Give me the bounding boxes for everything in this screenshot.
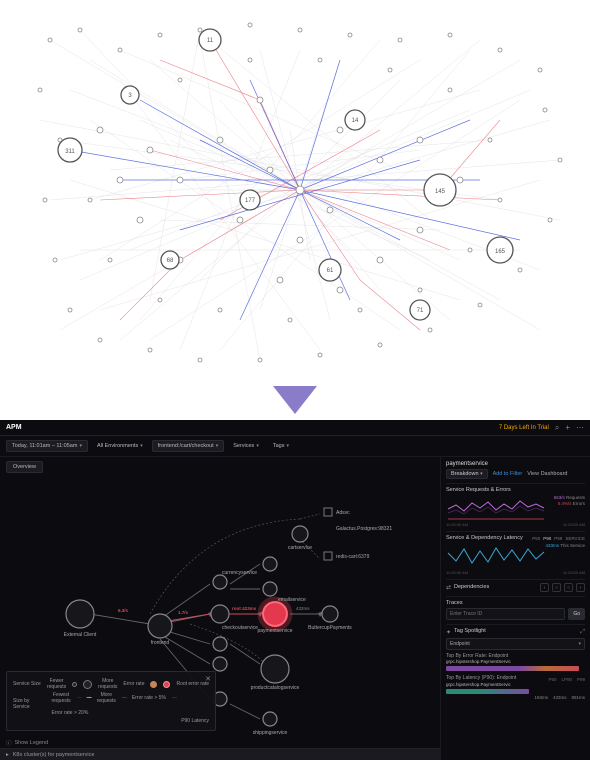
view-dashboard-link[interactable]: View Dashboard <box>527 471 567 477</box>
k8s-cluster-bar[interactable]: ▸ K8s cluster(s) for paymentservice <box>0 748 440 760</box>
latency-title: Service & Dependency Latency P50 P90 P99… <box>446 535 585 541</box>
svg-text:redis-cart:6379: redis-cart:6379 <box>336 554 370 560</box>
top-error-bar <box>446 666 579 671</box>
add-icon[interactable]: + <box>565 423 570 432</box>
svg-text:Adsvc: Adsvc <box>336 510 350 516</box>
trace-go-button[interactable]: Go <box>568 608 585 620</box>
legend-row-label: Service Size <box>13 681 41 687</box>
svg-text:frontend: frontend <box>151 640 170 646</box>
svg-text:1.7/s: 1.7/s <box>178 610 189 615</box>
filter-bar: Today, 11:01am – 11:05am▾ All Environmen… <box>0 436 590 457</box>
apm-header: APM 7 Days Left In Trial ⌕ + ⋯ <box>0 420 590 436</box>
breakdown-select[interactable]: Breakdown ▾ <box>446 469 488 479</box>
show-legend-toggle[interactable]: ⓘ Show Legend <box>6 739 48 747</box>
svg-text:checkoutservice: checkoutservice <box>222 625 258 631</box>
node-label: 11 <box>207 38 214 44</box>
svg-text:ButtercupPayments: ButtercupPayments <box>308 625 352 631</box>
node-label: 71 <box>417 308 424 314</box>
time-range-select[interactable]: Today, 11:01am – 11:05am▾ <box>6 440 88 452</box>
requests-errors-title: Service Requests & Errors <box>446 487 585 493</box>
svg-text:root:423ms: root:423ms <box>232 606 257 611</box>
dep-next-icon[interactable]: › <box>576 583 585 592</box>
info-icon: ⓘ <box>6 739 12 747</box>
svg-text:shippingservice: shippingservice <box>253 730 288 736</box>
dep-dot-icon[interactable]: ○ <box>552 583 561 592</box>
node-label: 165 <box>495 249 506 255</box>
node-label: 311 <box>65 149 75 155</box>
top-latency-bar <box>446 689 529 694</box>
transition-arrow <box>0 380 590 420</box>
svg-text:Galactus.Postgres:98321: Galactus.Postgres:98321 <box>336 526 392 532</box>
network-svg: 11 14 3 145 165 311 177 61 68 71 <box>0 0 590 380</box>
svg-text:currencyservice: currencyservice <box>222 570 257 576</box>
legend-panel: ✕ Service Size Fewer requests More reque… <box>6 671 216 731</box>
apm-dashboard: APM 7 Days Left In Trial ⌕ + ⋯ Today, 11… <box>0 420 590 760</box>
legend-close-icon[interactable]: ✕ <box>205 675 211 683</box>
svg-text:External Client: External Client <box>64 632 97 638</box>
share-icon: ⇄ <box>446 584 451 591</box>
arrow-down-icon <box>273 386 317 414</box>
search-icon[interactable]: ⌕ <box>555 423 559 433</box>
node-label: 14 <box>352 118 359 124</box>
trial-status: 7 Days Left In Trial <box>499 425 549 431</box>
spotlight-title: Tag Spotlight <box>454 628 486 634</box>
service-detail-panel: paymentservice Breakdown ▾ Add to Filter… <box>440 457 590 760</box>
svg-text:432ms: 432ms <box>296 606 310 611</box>
legend-row-label: Size by Service <box>13 698 45 710</box>
dep-dot-icon[interactable]: ○ <box>564 583 573 592</box>
traces-title: Traces <box>446 600 585 606</box>
svg-text:cartservice: cartservice <box>288 545 312 551</box>
menu-icon[interactable]: ⋯ <box>576 423 584 432</box>
environment-select[interactable]: All Environments▾ <box>92 441 148 451</box>
dependency-nav: ‹ ○ ○ › <box>540 583 585 592</box>
service-map-panel: Overview <box>0 457 440 760</box>
expand-icon[interactable]: ⤢ <box>580 629 585 636</box>
dependencies-title: Dependencies <box>454 584 489 590</box>
trace-id-input[interactable] <box>446 608 565 620</box>
apm-title: APM <box>6 424 22 431</box>
node-label: 145 <box>435 189 446 195</box>
svg-text:paymentservice: paymentservice <box>257 628 292 634</box>
top-network-graph: 11 14 3 145 165 311 177 61 68 71 <box>0 0 590 380</box>
svg-text:6.3/s: 6.3/s <box>118 608 129 613</box>
add-to-filter-link[interactable]: Add to Filter <box>493 471 523 477</box>
top-latency-label: Top By Latency (P90): Endpoint <box>446 675 516 681</box>
caret-right-icon: ▸ <box>6 752 9 758</box>
tags-select[interactable]: Tags▾ <box>268 441 294 451</box>
svg-text:emailservice: emailservice <box>278 597 306 603</box>
svg-text:productcatalogservice: productcatalogservice <box>251 685 300 691</box>
dep-prev-icon[interactable]: ‹ <box>540 583 549 592</box>
spotlight-endpoint-select[interactable]: Endpoint▾ <box>446 638 585 650</box>
node-label: 68 <box>167 258 174 264</box>
selected-service-name: paymentservice <box>446 461 585 467</box>
node-label: 61 <box>327 268 334 274</box>
services-select[interactable]: Services▾ <box>228 441 264 451</box>
spotlight-icon: ✦ <box>446 629 451 636</box>
node-label: 177 <box>245 198 256 204</box>
workflow-select[interactable]: frontend:/cart/checkout▾ <box>152 440 224 452</box>
